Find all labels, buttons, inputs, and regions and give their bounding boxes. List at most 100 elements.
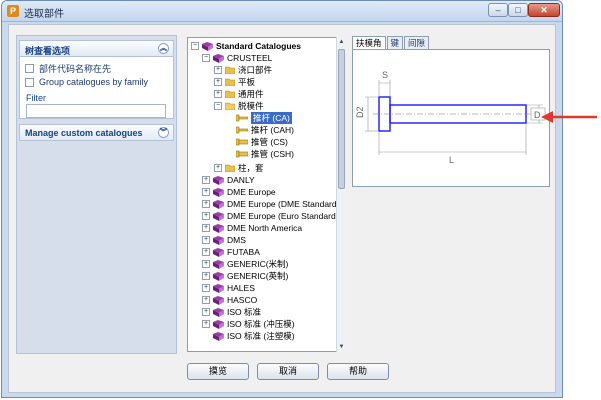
tree-node-ejector[interactable]: − 脱模件: [214, 100, 264, 112]
scroll-down-icon[interactable]: ▼: [337, 342, 346, 352]
tree-root[interactable]: − Standard Catalogues: [191, 40, 301, 52]
tree-leaf[interactable]: 推杆 (CAH): [236, 124, 294, 136]
book-icon: [202, 41, 213, 51]
tree-catalogue-item[interactable]: + GENERIC(英制): [202, 270, 288, 282]
expand-icon[interactable]: +: [202, 188, 210, 196]
tree-catalogue-item[interactable]: + DME Europe: [202, 186, 276, 198]
tree-node-label: 脱模件: [238, 101, 264, 111]
expand-icon[interactable]: +: [202, 284, 210, 292]
scroll-up-icon[interactable]: ▲: [337, 37, 346, 47]
book-icon: [213, 199, 224, 209]
tree-leaf-label: 推管 (CSH): [251, 149, 294, 159]
dim-l-label: L: [449, 155, 454, 165]
tree-catalogue-label: ISO 标准 (冲压模): [227, 319, 295, 329]
dialog-body: 树查看选项 ︽ 部件代码名称在先 Group catalogues by fam…: [8, 24, 556, 393]
tree-catalogue-item[interactable]: + DME Europe (Euro Standard): [202, 210, 339, 222]
tree-catalogue-item[interactable]: + DME Europe (DME Standard): [202, 198, 339, 210]
collapse-icon[interactable]: −: [202, 54, 210, 62]
scroll-thumb[interactable]: [338, 49, 345, 189]
folder-icon: [225, 90, 235, 98]
tree-catalogue-label: DME Europe (DME Standard): [227, 199, 340, 209]
group-by-family-checkbox[interactable]: [25, 77, 34, 87]
tree-catalogue-item[interactable]: + HASCO: [202, 294, 257, 306]
tree-node-folder[interactable]: + 柱，套: [214, 162, 264, 174]
minimize-button[interactable]: –: [488, 3, 508, 17]
expand-icon[interactable]: +: [202, 224, 210, 232]
tree-catalogue-label: DME Europe (Euro Standard): [227, 211, 339, 221]
collapse-icon[interactable]: −: [214, 102, 222, 110]
part-code-first-checkbox[interactable]: [25, 63, 34, 73]
manage-custom-header[interactable]: Manage custom catalogues ︾: [19, 124, 174, 141]
browse-button[interactable]: 摸览: [187, 363, 249, 380]
filter-input[interactable]: [26, 104, 166, 118]
tab-key[interactable]: 键: [386, 36, 404, 49]
tree-catalogue-label: DME North America: [227, 223, 303, 233]
book-icon: [213, 283, 224, 293]
tree-catalogue-label: GENERIC(米制): [227, 259, 289, 269]
tree-catalogue-item[interactable]: + DANLY: [202, 174, 255, 186]
view-options-header[interactable]: 树查看选项 ︽: [19, 40, 174, 57]
tab-clearance[interactable]: 间隙: [404, 36, 430, 49]
tree-catalogue-item[interactable]: + DME North America: [202, 222, 302, 234]
collapse-up-icon[interactable]: ︽: [158, 43, 169, 54]
tree-leaf[interactable]: 推管 (CS): [236, 136, 288, 148]
tree-catalogue-item[interactable]: + HALES: [202, 282, 255, 294]
tree-catalogue-item[interactable]: + DMS: [202, 234, 246, 246]
expand-icon[interactable]: +: [202, 248, 210, 256]
expand-icon[interactable]: +: [202, 320, 210, 328]
expand-icon[interactable]: +: [214, 164, 222, 172]
close-button[interactable]: ✕: [528, 3, 560, 17]
tree-node-label: 柱，套: [238, 163, 264, 173]
tree-node-folder[interactable]: + 通用件: [214, 88, 264, 100]
tree-leaf-label: 推杆 (CAH): [251, 125, 294, 135]
folder-icon: [225, 78, 235, 86]
book-icon: [213, 223, 224, 233]
group-by-family-row[interactable]: Group catalogues by family: [25, 76, 148, 88]
title-bar[interactable]: P 选取部件 – □ ✕: [2, 1, 562, 22]
folder-icon: [225, 66, 235, 74]
folder-open-icon: [225, 102, 235, 110]
tree-catalogue-label: FUTABA: [227, 247, 260, 257]
tree-catalogue-item[interactable]: + FUTABA: [202, 246, 260, 258]
folder-icon: [225, 164, 235, 172]
ejector-pin-icon: [236, 114, 248, 122]
help-button[interactable]: 帮助: [327, 363, 389, 380]
tree-catalogue-item[interactable]: + ISO 标准: [202, 306, 261, 318]
tree-catalogue-item[interactable]: + GENERIC(米制): [202, 258, 288, 270]
tree-leaf-label: 推管 (CS): [251, 137, 288, 147]
catalogue-tree[interactable]: − Standard Catalogues − CRUSTEEL + 浇口部件 …: [187, 37, 344, 352]
expand-icon[interactable]: +: [214, 90, 222, 98]
expand-icon[interactable]: +: [202, 200, 210, 208]
tree-node-folder[interactable]: + 浇口部件: [214, 64, 272, 76]
tree-scrollbar[interactable]: ▲ ▼: [336, 37, 345, 352]
expand-icon[interactable]: +: [214, 66, 222, 74]
tree-catalogue-label: HASCO: [227, 295, 258, 305]
tree-node-folder[interactable]: + 平板: [214, 76, 255, 88]
tree-catalogue-item[interactable]: ISO 标准 (注塑模): [202, 330, 295, 342]
tree-node-label: CRUSTEEL: [227, 53, 273, 63]
expand-icon[interactable]: +: [202, 260, 210, 268]
expand-icon[interactable]: +: [202, 212, 210, 220]
tab-draft-angle[interactable]: 扶模角: [352, 36, 386, 49]
tree-catalogue-item[interactable]: + ISO 标准 (冲压模): [202, 318, 295, 330]
book-icon: [213, 319, 224, 329]
part-code-first-row[interactable]: 部件代码名称在先: [25, 62, 111, 74]
expand-icon[interactable]: +: [202, 296, 210, 304]
preview-tabs: 扶模角 键 间隙: [352, 36, 430, 49]
tree-node-crusteel[interactable]: − CRUSTEEL: [202, 52, 272, 64]
tree-leaf-selected[interactable]: 推杆 (CA): [236, 112, 292, 124]
expand-down-icon[interactable]: ︾: [158, 127, 169, 138]
expand-icon[interactable]: +: [214, 78, 222, 86]
cancel-button[interactable]: 取消: [257, 363, 319, 380]
expand-icon[interactable]: +: [202, 308, 210, 316]
expand-icon[interactable]: +: [202, 236, 210, 244]
tree-leaf[interactable]: 推管 (CSH): [236, 148, 294, 160]
maximize-button[interactable]: □: [508, 3, 528, 17]
expand-icon[interactable]: +: [202, 176, 210, 184]
filter-label: Filter: [26, 93, 46, 103]
collapse-icon[interactable]: −: [191, 42, 199, 50]
expand-icon[interactable]: +: [202, 272, 210, 280]
tree-catalogue-label: GENERIC(英制): [227, 271, 289, 281]
tree-catalogue-label: HALES: [227, 283, 255, 293]
book-icon: [213, 271, 224, 281]
